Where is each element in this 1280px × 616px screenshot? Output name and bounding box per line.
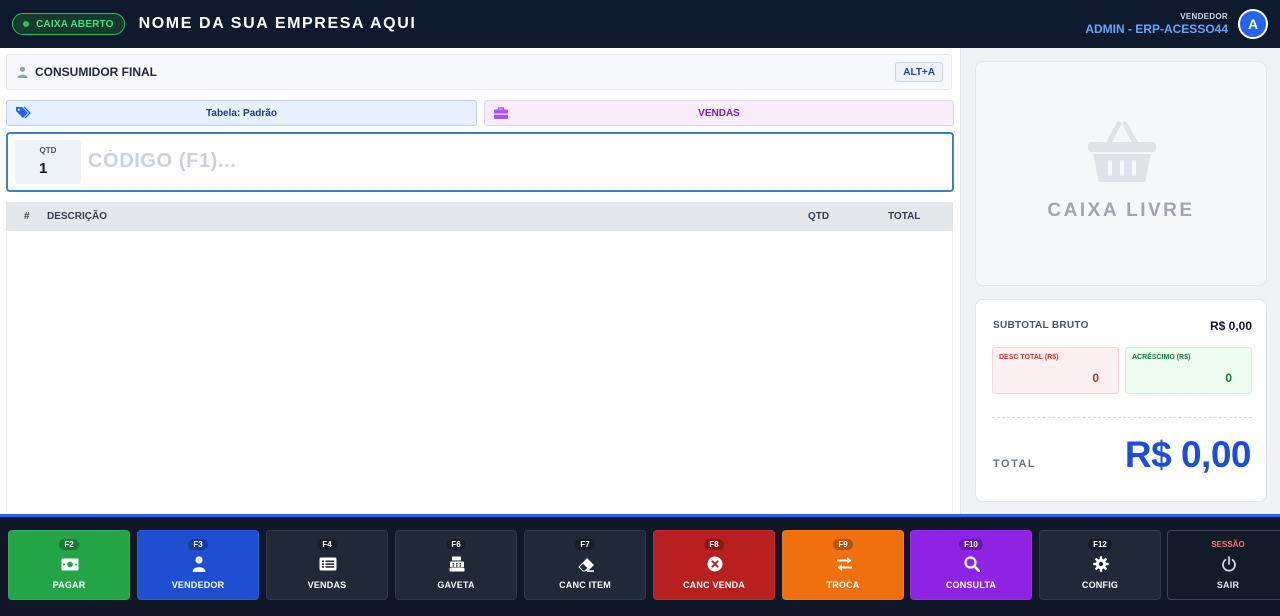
lookup-label: CONSULTA: [945, 580, 997, 590]
mode-label: VENDAS: [698, 107, 740, 119]
user-icon: [15, 65, 29, 79]
key-hint: F10: [959, 539, 983, 550]
key-hint: F4: [317, 539, 337, 550]
list-icon: [319, 556, 337, 572]
settings-label: CONFIG: [1081, 580, 1119, 590]
column-quantity: QTD: [808, 211, 830, 222]
column-description: DESCRIÇÃO: [47, 211, 108, 222]
discount-value: 0: [1092, 371, 1099, 385]
cart-status-label: CAIXA LIVRE: [1047, 200, 1195, 221]
customer-bar[interactable]: CONSUMIDOR FINAL ALT+A: [6, 54, 952, 90]
surcharge-field[interactable]: ACRÉSCIMO (R$) 0: [1125, 347, 1252, 394]
seller-label: VENDEDOR: [171, 580, 225, 590]
basket-icon: [1086, 120, 1158, 186]
drawer-label: GAVETA: [437, 580, 475, 590]
surcharge-value: 0: [1225, 371, 1232, 385]
totals-card: SUBTOTAL BRUTO R$ 0,00 DESC TOTAL (R$) 0…: [975, 299, 1267, 502]
discount-field[interactable]: DESC TOTAL (R$) 0: [992, 347, 1119, 394]
price-table-label: Tabela: Padrão: [206, 107, 277, 119]
subtotal-label: SUBTOTAL BRUTO: [993, 320, 1089, 331]
discount-label: DESC TOTAL (R$): [999, 354, 1059, 361]
tags-icon: [15, 106, 31, 120]
summary-panel: CAIXA LIVRE SUBTOTAL BRUTO R$ 0,00 DESC …: [960, 48, 1280, 514]
customer-name: CONSUMIDOR FINAL: [35, 65, 157, 79]
cancel-item-label: CANC ITEM: [559, 580, 611, 590]
key-hint: F7: [575, 539, 595, 550]
surcharge-label: ACRÉSCIMO (R$): [1132, 354, 1191, 361]
key-hint: F6: [446, 539, 466, 550]
status-dot-icon: [23, 21, 29, 27]
key-hint: F12: [1088, 539, 1112, 550]
key-hint: F3: [188, 539, 208, 550]
quantity-value: 1: [39, 160, 48, 177]
briefcase-icon: [493, 106, 509, 120]
avatar[interactable]: A: [1238, 9, 1268, 39]
top-header: CAIXA ABERTO NOME DA SUA EMPRESA AQUI VE…: [0, 0, 1280, 48]
product-entry: QTD 1: [6, 132, 954, 192]
mode-selector[interactable]: VENDAS: [484, 100, 954, 126]
lookup-button[interactable]: F10 CONSULTA: [910, 530, 1032, 600]
product-code-input[interactable]: [88, 146, 928, 176]
cash-status-label: CAIXA ABERTO: [36, 18, 114, 30]
total-label: TOTAL: [993, 458, 1037, 470]
session-hint: SESSÃO: [1211, 540, 1245, 549]
function-key-bar: F2 PAGAR F3 VENDEDOR F4 VENDAS F6 GAVETA…: [0, 514, 1280, 616]
cart-status-card: CAIXA LIVRE: [975, 61, 1267, 286]
column-total: TOTAL: [888, 211, 921, 222]
subtotal-value: R$ 0,00: [1209, 319, 1252, 333]
totals-divider: [992, 417, 1252, 418]
cash-register-icon: [448, 556, 466, 572]
sales-label: VENDAS: [307, 580, 347, 590]
logout-label: SAIR: [1216, 580, 1240, 590]
seller-button[interactable]: F3 VENDEDOR: [137, 530, 259, 600]
cancel-sale-button[interactable]: F8 CANC VENDA: [653, 530, 775, 600]
user-info[interactable]: VENDEDOR ADMIN - ERP-ACESSO44 A: [1085, 9, 1268, 39]
pay-button[interactable]: F2 PAGAR: [8, 530, 130, 600]
sale-panel: CONSUMIDOR FINAL ALT+A Tabela: Padrão VE…: [0, 48, 960, 514]
sales-button[interactable]: F4 VENDAS: [266, 530, 388, 600]
cancel-sale-label: CANC VENDA: [682, 580, 745, 590]
quantity-label: QTD: [39, 146, 57, 155]
key-hint: F8: [704, 539, 724, 550]
company-name: NOME DA SUA EMPRESA AQUI: [138, 15, 417, 32]
gear-icon: [1092, 556, 1110, 572]
user-icon: [190, 556, 208, 572]
drawer-button[interactable]: F6 GAVETA: [395, 530, 517, 600]
user-role: VENDEDOR: [1180, 12, 1228, 21]
cancel-item-button[interactable]: F7 CANC ITEM: [524, 530, 646, 600]
column-index: #: [24, 211, 30, 222]
settings-button[interactable]: F12 CONFIG: [1039, 530, 1161, 600]
search-icon: [963, 556, 981, 572]
cash-icon: [61, 556, 79, 572]
change-customer-button[interactable]: ALT+A: [895, 62, 943, 82]
key-hint: F9: [833, 539, 853, 550]
quantity-field[interactable]: QTD 1: [15, 140, 81, 184]
exchange-button[interactable]: F9 TROCA: [782, 530, 904, 600]
logout-button[interactable]: SESSÃO SAIR: [1167, 530, 1280, 600]
eraser-icon: [577, 556, 595, 572]
power-icon: [1220, 556, 1238, 572]
items-table-header: # DESCRIÇÃO QTD TOTAL: [6, 202, 953, 231]
key-hint: F2: [59, 539, 79, 550]
price-table-selector[interactable]: Tabela: Padrão: [6, 100, 477, 126]
items-table-body[interactable]: [6, 231, 953, 512]
pay-label: PAGAR: [52, 580, 86, 590]
x-circle-icon: [706, 556, 724, 572]
user-name: ADMIN - ERP-ACESSO44: [1085, 22, 1228, 36]
exchange-label: TROCA: [826, 580, 860, 590]
total-value: R$ 0,00: [1124, 434, 1252, 475]
exchange-icon: [835, 556, 853, 572]
cash-status-badge: CAIXA ABERTO: [12, 13, 125, 35]
